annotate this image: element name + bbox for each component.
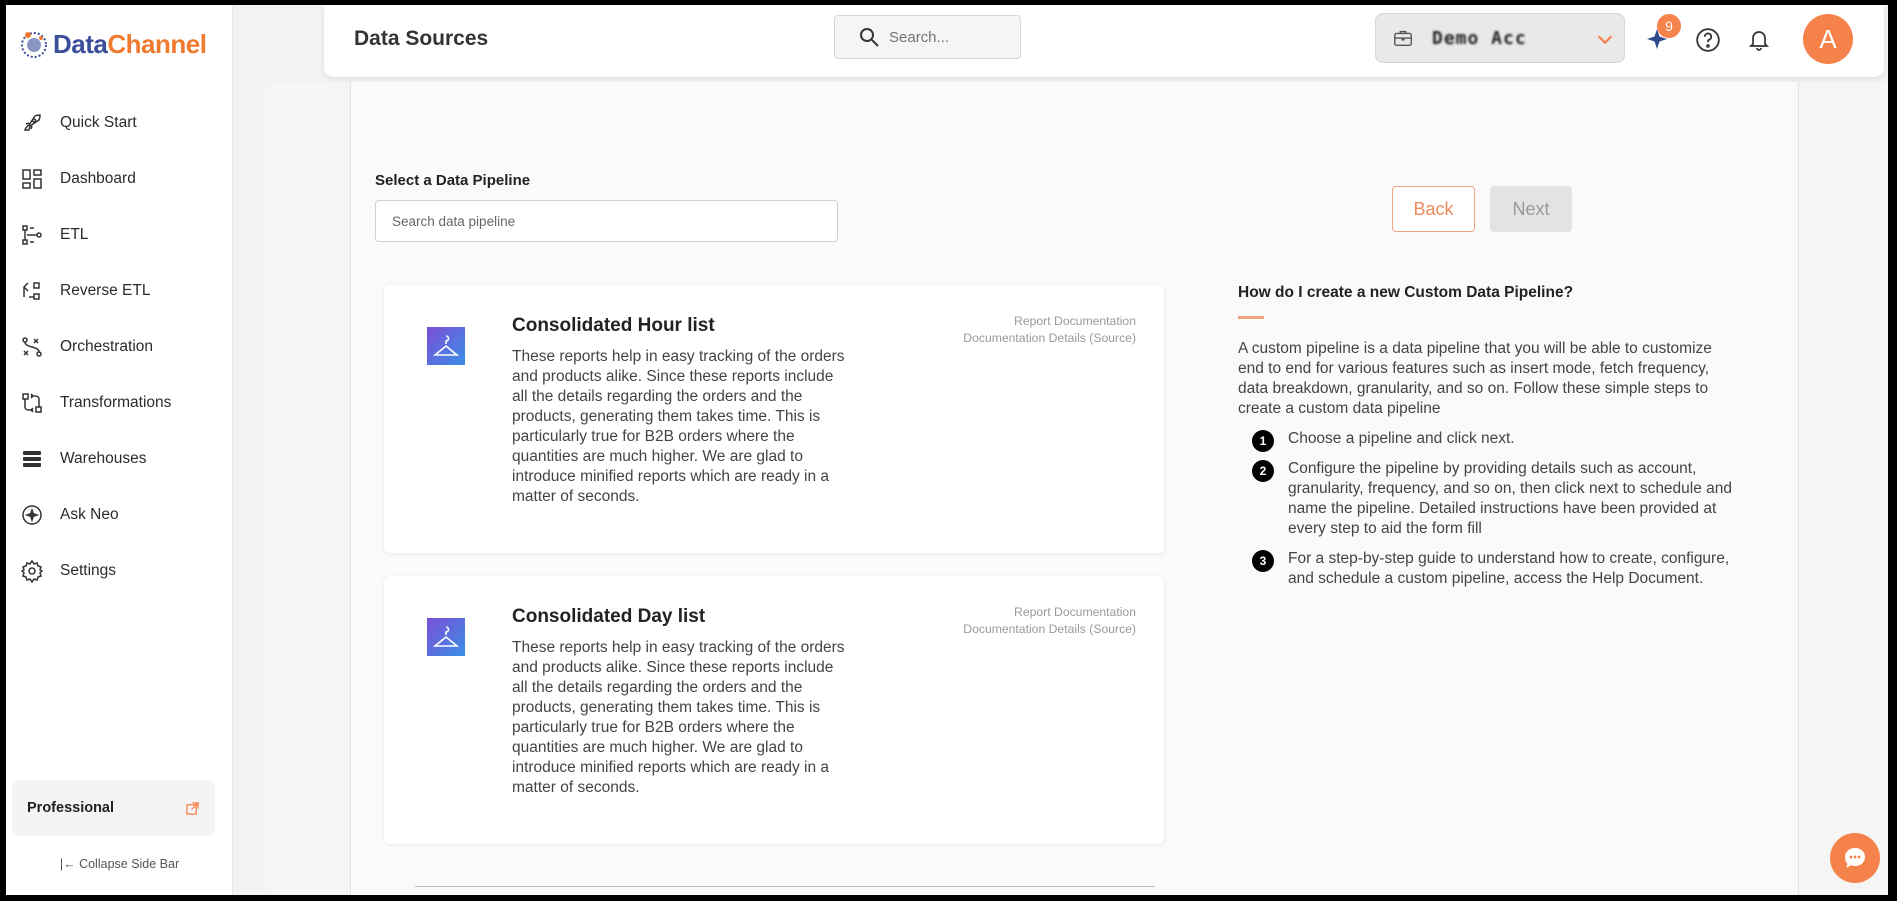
help-panel: How do I create a new Custom Data Pipeli… (1238, 284, 1738, 599)
sidebar-item-label: Warehouses (60, 450, 147, 467)
pipeline-card-description: These reports help in easy tracking of t… (512, 348, 845, 505)
external-link-icon[interactable] (186, 801, 199, 815)
chat-support-button[interactable] (1830, 833, 1880, 883)
reverse-etl-icon (23, 282, 40, 300)
sidebar-item-warehouses[interactable]: Warehouses (6, 431, 233, 487)
documentation-details-link[interactable]: Documentation Details (Source) (963, 330, 1136, 347)
bell-icon[interactable] (1747, 27, 1771, 53)
logo[interactable]: DataChannel (19, 27, 207, 61)
step-number: 1 (1252, 430, 1274, 452)
pipeline-card-title: Consolidated Hour list (512, 315, 715, 336)
sidebar-item-label: ETL (60, 226, 89, 243)
help-steps: 1 Choose a pipeline and click next. 2 Conf… (1238, 429, 1738, 589)
sidebar-item-label: Orchestration (60, 338, 154, 355)
gear-icon (20, 559, 44, 583)
account-selector[interactable]: Demo Acc (1375, 13, 1625, 63)
avatar[interactable]: A (1803, 14, 1853, 64)
sidebar-item-label: Transformations (60, 394, 172, 411)
sidebar-item-settings[interactable]: Settings (6, 543, 233, 599)
orchestration-icon (22, 337, 42, 357)
pipeline-card-links: Report Documentation Documentation Detai… (963, 604, 1136, 638)
chevron-down-icon (1597, 35, 1613, 45)
page-title: Data Sources (354, 27, 489, 50)
briefcase-icon (1394, 30, 1412, 47)
warehouses-icon (23, 451, 41, 467)
collapse-icon: |← (59, 857, 80, 871)
logo-globe-icon (21, 32, 47, 58)
pipeline-card[interactable]: Consolidated Day list These reports help… (384, 576, 1164, 844)
collapse-label: Collapse Side Bar (79, 857, 180, 871)
global-search[interactable] (834, 15, 1021, 59)
chat-bubble-icon (1845, 848, 1865, 868)
help-step: 3 For a step-by-step guide to understand … (1238, 549, 1738, 589)
etl-icon (22, 225, 42, 245)
top-header: Data Sources Demo Acc 9 A (324, 5, 1884, 77)
transformations-icon (22, 393, 42, 413)
list-divider (415, 886, 1155, 887)
sidebar-item-label: Settings (60, 562, 117, 579)
step-number: 2 (1252, 460, 1274, 482)
search-icon (860, 28, 879, 47)
next-button[interactable]: Next (1490, 186, 1572, 232)
plan-box[interactable]: Professional (12, 780, 215, 836)
notification-count-badge: 9 (1657, 14, 1681, 38)
app-window: DataChannel Quick Start Dashboard ETL Re… (6, 5, 1888, 895)
pipeline-card-links: Report Documentation Documentation Detai… (963, 313, 1136, 347)
main-panel: Select a Data Pipeline Back Next Consoli… (350, 82, 1799, 895)
sidebar: DataChannel Quick Start Dashboard ETL Re… (6, 5, 233, 895)
sidebar-item-label: Dashboard (60, 170, 136, 187)
logo-text-data: Data (53, 28, 108, 59)
help-title-underline (1238, 316, 1264, 319)
sidebar-nav: Quick Start Dashboard ETL Reverse ETL Or… (6, 95, 233, 599)
help-body: A custom pipeline is a data pipeline tha… (1238, 340, 1712, 417)
sidebar-item-label: Reverse ETL (60, 282, 151, 299)
step-text: Configure the pipeline by providing deta… (1288, 460, 1733, 537)
sidebar-item-label: Ask Neo (60, 506, 119, 523)
dashboard-icon (22, 169, 42, 189)
pipeline-hanger-icon (427, 618, 465, 656)
sidebar-item-reverse-etl[interactable]: Reverse ETL (6, 263, 233, 319)
pipeline-card-title: Consolidated Day list (512, 606, 706, 627)
step-text: Choose a pipeline and click next. (1288, 430, 1515, 447)
logo-text-channel: Channel (107, 28, 207, 59)
help-step: 2 Configure the pipeline by providing det… (1238, 459, 1738, 539)
sidebar-item-label: Quick Start (60, 114, 137, 131)
documentation-details-link[interactable]: Documentation Details (Source) (963, 621, 1136, 638)
pipeline-hanger-icon (427, 327, 465, 365)
report-documentation-link[interactable]: Report Documentation (963, 604, 1136, 621)
pipeline-search-input[interactable] (375, 200, 838, 242)
sidebar-item-dashboard[interactable]: Dashboard (6, 151, 233, 207)
sidebar-item-orchestration[interactable]: Orchestration (6, 319, 233, 375)
logo-text: DataChannel (53, 28, 207, 60)
back-button[interactable]: Back (1392, 186, 1475, 232)
rocket-icon (23, 114, 41, 131)
sidebar-item-quick-start[interactable]: Quick Start (6, 95, 233, 151)
account-name: Demo Acc (1432, 27, 1527, 49)
report-documentation-link[interactable]: Report Documentation (963, 313, 1136, 330)
ask-neo-icon (22, 505, 42, 525)
search-input[interactable] (889, 28, 999, 46)
sidebar-item-etl[interactable]: ETL (6, 207, 233, 263)
help-icon[interactable] (1695, 27, 1721, 53)
pipeline-card-description: These reports help in easy tracking of t… (512, 639, 845, 796)
step-text: For a step-by-step guide to understand h… (1288, 550, 1730, 587)
plan-label: Professional (27, 800, 115, 816)
select-pipeline-label: Select a Data Pipeline (375, 172, 531, 189)
help-title: How do I create a new Custom Data Pipeli… (1238, 284, 1574, 301)
help-step: 1 Choose a pipeline and click next. (1238, 429, 1738, 452)
pipeline-card[interactable]: Consolidated Hour list These reports hel… (384, 285, 1164, 553)
collapse-sidebar-button[interactable]: |← Collapse Side Bar (6, 857, 233, 871)
sidebar-item-transformations[interactable]: Transformations (6, 375, 233, 431)
step-number: 3 (1252, 550, 1274, 572)
sidebar-item-ask-neo[interactable]: Ask Neo (6, 487, 233, 543)
